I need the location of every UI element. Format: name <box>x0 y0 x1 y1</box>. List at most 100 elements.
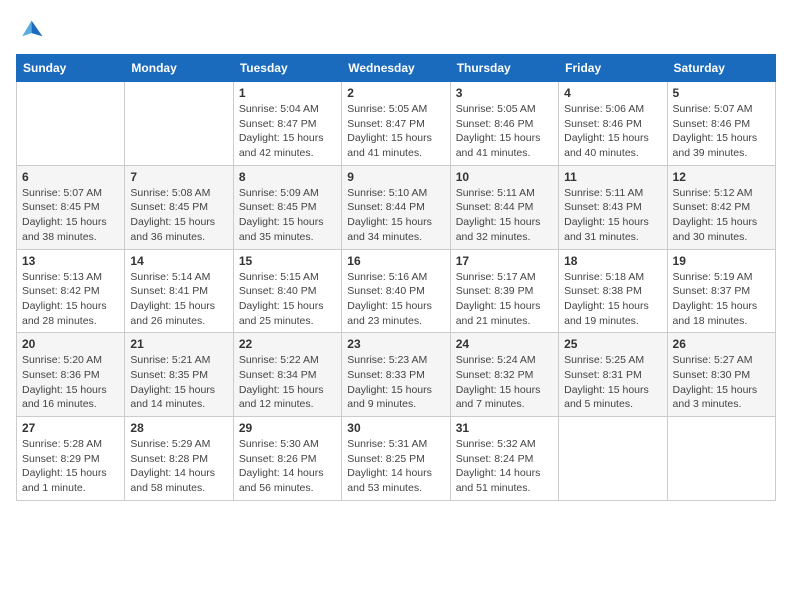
column-header-saturday: Saturday <box>667 55 775 82</box>
day-number: 3 <box>456 86 553 100</box>
logo <box>16 16 48 44</box>
day-info: Sunrise: 5:20 AM Sunset: 8:36 PM Dayligh… <box>22 353 119 412</box>
calendar-cell: 19 Sunrise: 5:19 AM Sunset: 8:37 PM Dayli… <box>667 249 775 333</box>
calendar-cell: 27Sunrise: 5:28 AM Sunset: 8:29 PM Dayli… <box>17 417 125 501</box>
page-header <box>16 16 776 44</box>
column-header-sunday: Sunday <box>17 55 125 82</box>
day-info: Sunrise: 5:04 AM Sunset: 8:47 PM Dayligh… <box>239 102 336 161</box>
calendar-week-row: 1Sunrise: 5:04 AM Sunset: 8:47 PM Daylig… <box>17 82 776 166</box>
day-number: 4 <box>564 86 661 100</box>
logo-icon <box>16 16 44 44</box>
calendar-cell: 20 Sunrise: 5:20 AM Sunset: 8:36 PM Dayli… <box>17 333 125 417</box>
day-info: Sunrise: 5:15 AM Sunset: 8:40 PM Dayligh… <box>239 270 336 329</box>
day-info: Sunrise: 5:07 AM Sunset: 8:46 PM Dayligh… <box>673 102 770 161</box>
day-info: Sunrise: 5:08 AM Sunset: 8:45 PM Dayligh… <box>130 186 227 245</box>
calendar-cell: 16Sunrise: 5:16 AM Sunset: 8:40 PM Dayli… <box>342 249 450 333</box>
day-number: 9 <box>347 170 444 184</box>
calendar-week-row: 20 Sunrise: 5:20 AM Sunset: 8:36 PM Dayli… <box>17 333 776 417</box>
day-info: Sunrise: 5:18 AM Sunset: 8:38 PM Dayligh… <box>564 270 661 329</box>
day-info: Sunrise: 5:11 AM Sunset: 8:44 PM Dayligh… <box>456 186 553 245</box>
calendar-cell: 21Sunrise: 5:21 AM Sunset: 8:35 PM Dayli… <box>125 333 233 417</box>
calendar-cell: 2 Sunrise: 5:05 AM Sunset: 8:47 PM Daylig… <box>342 82 450 166</box>
column-header-friday: Friday <box>559 55 667 82</box>
day-number: 24 <box>456 337 553 351</box>
calendar-week-row: 27Sunrise: 5:28 AM Sunset: 8:29 PM Dayli… <box>17 417 776 501</box>
day-number: 29 <box>239 421 336 435</box>
calendar-cell <box>559 417 667 501</box>
calendar-cell: 5 Sunrise: 5:07 AM Sunset: 8:46 PM Daylig… <box>667 82 775 166</box>
calendar-cell <box>667 417 775 501</box>
calendar-cell: 30 Sunrise: 5:31 AM Sunset: 8:25 PM Dayli… <box>342 417 450 501</box>
day-number: 16 <box>347 254 444 268</box>
calendar-cell: 3 Sunrise: 5:05 AM Sunset: 8:46 PM Daylig… <box>450 82 558 166</box>
day-info: Sunrise: 5:19 AM Sunset: 8:37 PM Dayligh… <box>673 270 770 329</box>
calendar-cell: 18 Sunrise: 5:18 AM Sunset: 8:38 PM Dayli… <box>559 249 667 333</box>
day-info: Sunrise: 5:06 AM Sunset: 8:46 PM Dayligh… <box>564 102 661 161</box>
calendar-cell: 4 Sunrise: 5:06 AM Sunset: 8:46 PM Daylig… <box>559 82 667 166</box>
calendar-cell: 7 Sunrise: 5:08 AM Sunset: 8:45 PM Daylig… <box>125 165 233 249</box>
calendar-cell: 17 Sunrise: 5:17 AM Sunset: 8:39 PM Dayli… <box>450 249 558 333</box>
day-info: Sunrise: 5:05 AM Sunset: 8:46 PM Dayligh… <box>456 102 553 161</box>
calendar-cell <box>17 82 125 166</box>
calendar-cell: 14 Sunrise: 5:14 AM Sunset: 8:41 PM Dayli… <box>125 249 233 333</box>
calendar-header-row: SundayMondayTuesdayWednesdayThursdayFrid… <box>17 55 776 82</box>
day-info: Sunrise: 5:10 AM Sunset: 8:44 PM Dayligh… <box>347 186 444 245</box>
day-number: 21 <box>130 337 227 351</box>
calendar-cell: 6 Sunrise: 5:07 AM Sunset: 8:45 PM Daylig… <box>17 165 125 249</box>
calendar-cell: 22Sunrise: 5:22 AM Sunset: 8:34 PM Dayli… <box>233 333 341 417</box>
day-number: 20 <box>22 337 119 351</box>
calendar-cell: 15 Sunrise: 5:15 AM Sunset: 8:40 PM Dayli… <box>233 249 341 333</box>
calendar-cell: 23Sunrise: 5:23 AM Sunset: 8:33 PM Dayli… <box>342 333 450 417</box>
day-number: 10 <box>456 170 553 184</box>
day-number: 8 <box>239 170 336 184</box>
day-number: 27 <box>22 421 119 435</box>
day-number: 5 <box>673 86 770 100</box>
day-number: 28 <box>130 421 227 435</box>
day-number: 7 <box>130 170 227 184</box>
calendar-cell: 8 Sunrise: 5:09 AM Sunset: 8:45 PM Daylig… <box>233 165 341 249</box>
day-info: Sunrise: 5:29 AM Sunset: 8:28 PM Dayligh… <box>130 437 227 496</box>
day-info: Sunrise: 5:24 AM Sunset: 8:32 PM Dayligh… <box>456 353 553 412</box>
day-info: Sunrise: 5:31 AM Sunset: 8:25 PM Dayligh… <box>347 437 444 496</box>
day-number: 26 <box>673 337 770 351</box>
calendar-cell: 10 Sunrise: 5:11 AM Sunset: 8:44 PM Dayli… <box>450 165 558 249</box>
calendar-week-row: 13 Sunrise: 5:13 AM Sunset: 8:42 PM Dayli… <box>17 249 776 333</box>
day-info: Sunrise: 5:14 AM Sunset: 8:41 PM Dayligh… <box>130 270 227 329</box>
calendar-cell: 12 Sunrise: 5:12 AM Sunset: 8:42 PM Dayli… <box>667 165 775 249</box>
day-number: 22 <box>239 337 336 351</box>
calendar-cell: 29Sunrise: 5:30 AM Sunset: 8:26 PM Dayli… <box>233 417 341 501</box>
day-info: Sunrise: 5:17 AM Sunset: 8:39 PM Dayligh… <box>456 270 553 329</box>
day-info: Sunrise: 5:23 AM Sunset: 8:33 PM Dayligh… <box>347 353 444 412</box>
day-number: 13 <box>22 254 119 268</box>
calendar-cell: 25Sunrise: 5:25 AM Sunset: 8:31 PM Dayli… <box>559 333 667 417</box>
calendar-cell <box>125 82 233 166</box>
day-number: 17 <box>456 254 553 268</box>
day-info: Sunrise: 5:07 AM Sunset: 8:45 PM Dayligh… <box>22 186 119 245</box>
column-header-tuesday: Tuesday <box>233 55 341 82</box>
day-number: 15 <box>239 254 336 268</box>
calendar-cell: 1Sunrise: 5:04 AM Sunset: 8:47 PM Daylig… <box>233 82 341 166</box>
day-info: Sunrise: 5:09 AM Sunset: 8:45 PM Dayligh… <box>239 186 336 245</box>
calendar-week-row: 6 Sunrise: 5:07 AM Sunset: 8:45 PM Daylig… <box>17 165 776 249</box>
column-header-monday: Monday <box>125 55 233 82</box>
day-number: 19 <box>673 254 770 268</box>
column-header-wednesday: Wednesday <box>342 55 450 82</box>
day-number: 30 <box>347 421 444 435</box>
day-number: 6 <box>22 170 119 184</box>
day-number: 14 <box>130 254 227 268</box>
calendar-cell: 28 Sunrise: 5:29 AM Sunset: 8:28 PM Dayli… <box>125 417 233 501</box>
day-number: 2 <box>347 86 444 100</box>
calendar-cell: 11Sunrise: 5:11 AM Sunset: 8:43 PM Dayli… <box>559 165 667 249</box>
day-info: Sunrise: 5:13 AM Sunset: 8:42 PM Dayligh… <box>22 270 119 329</box>
calendar-cell: 24 Sunrise: 5:24 AM Sunset: 8:32 PM Dayli… <box>450 333 558 417</box>
day-info: Sunrise: 5:05 AM Sunset: 8:47 PM Dayligh… <box>347 102 444 161</box>
calendar-table: SundayMondayTuesdayWednesdayThursdayFrid… <box>16 54 776 501</box>
day-info: Sunrise: 5:25 AM Sunset: 8:31 PM Dayligh… <box>564 353 661 412</box>
day-info: Sunrise: 5:12 AM Sunset: 8:42 PM Dayligh… <box>673 186 770 245</box>
day-number: 12 <box>673 170 770 184</box>
calendar-cell: 9 Sunrise: 5:10 AM Sunset: 8:44 PM Daylig… <box>342 165 450 249</box>
calendar-cell: 31Sunrise: 5:32 AM Sunset: 8:24 PM Dayli… <box>450 417 558 501</box>
day-number: 11 <box>564 170 661 184</box>
day-number: 31 <box>456 421 553 435</box>
day-number: 18 <box>564 254 661 268</box>
